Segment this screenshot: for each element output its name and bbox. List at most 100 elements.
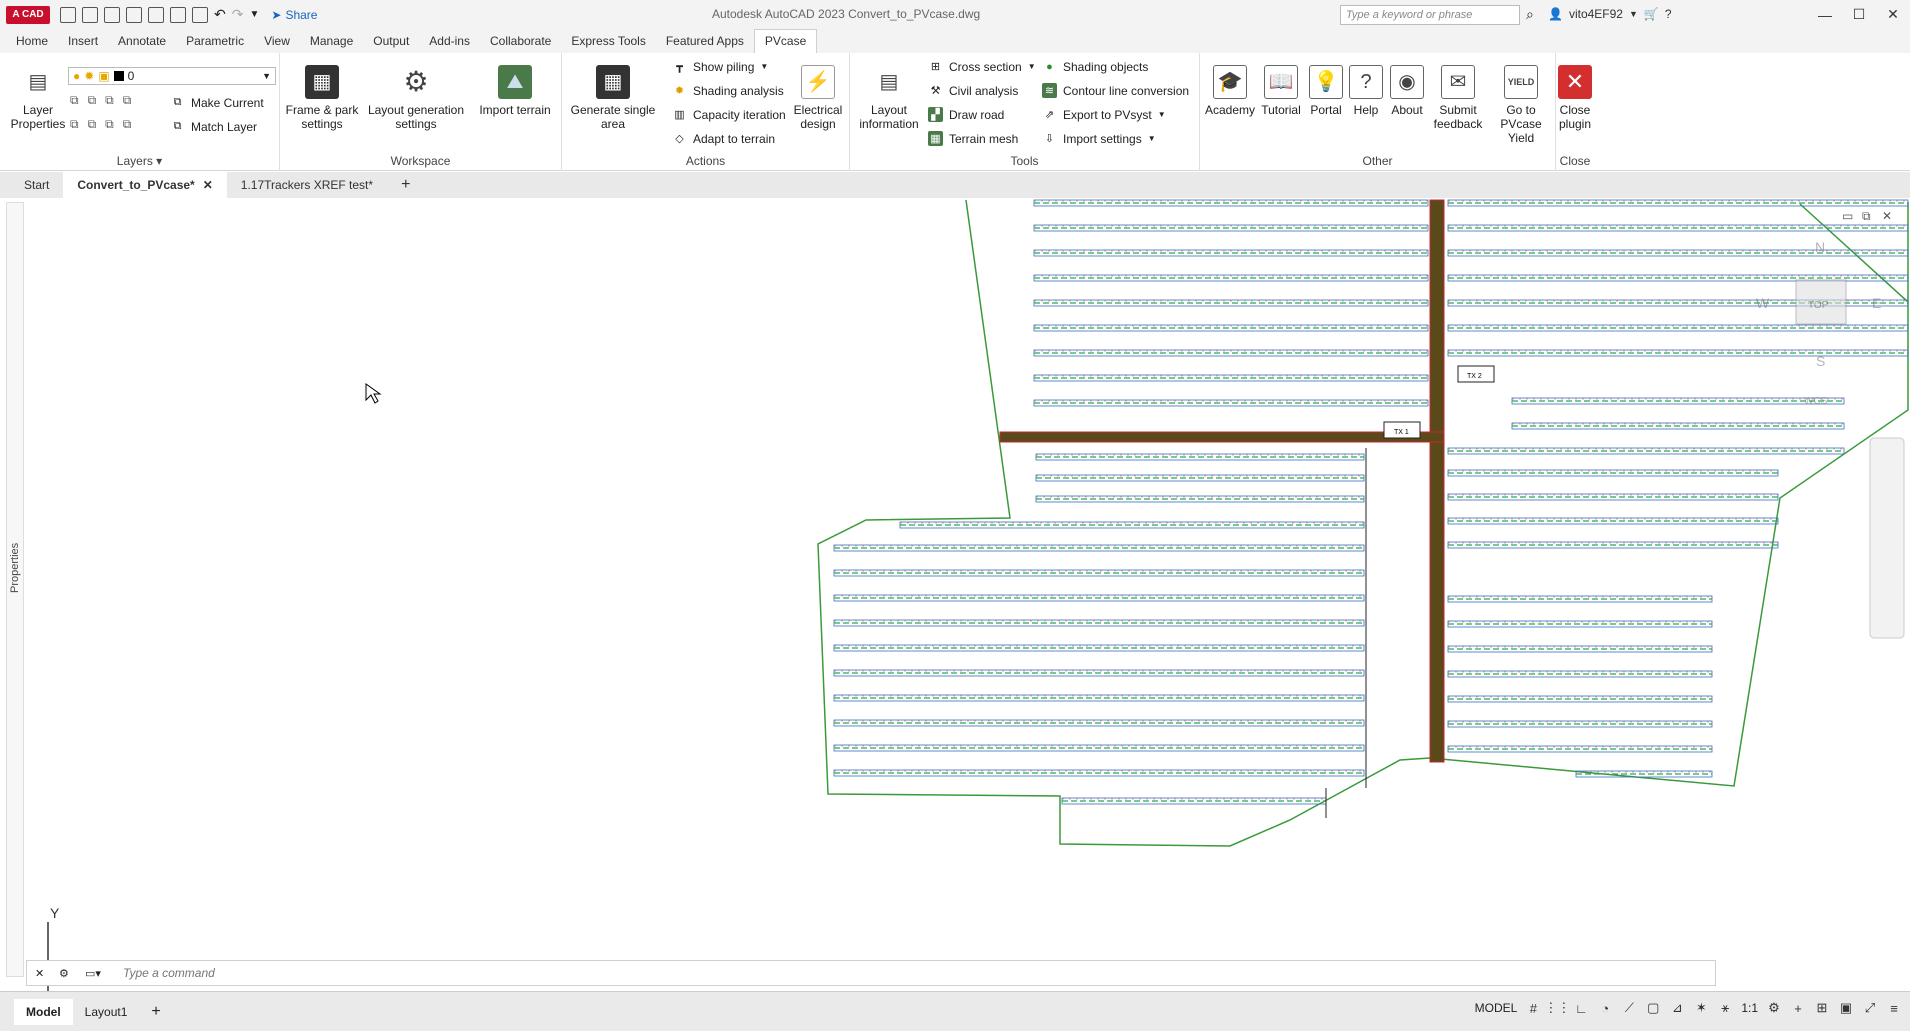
close-icon[interactable]: ✕ xyxy=(1876,0,1910,29)
portal-button[interactable]: 💡 Portal xyxy=(1306,65,1346,117)
cart-icon[interactable]: 🛒 xyxy=(1644,7,1659,21)
command-settings-icon[interactable]: ⚙ xyxy=(59,967,69,980)
annotation-scale[interactable]: 1:1 xyxy=(1741,1001,1758,1015)
layer-properties-button[interactable]: ▤ Layer Properties xyxy=(6,65,70,131)
plus-icon[interactable]: + xyxy=(1790,1000,1806,1016)
viewcube-w[interactable]: W xyxy=(1756,295,1770,311)
layout-information-button[interactable]: ▤ Layout information xyxy=(854,65,924,131)
layer-freeze-icon[interactable]: ⧉ xyxy=(105,93,114,108)
viewcube[interactable]: N W E S TOP WCS xyxy=(1756,239,1881,407)
layout-tab-model[interactable]: Model xyxy=(14,998,73,1025)
minimize-icon[interactable]: — xyxy=(1808,0,1842,29)
viewport-close-icon[interactable]: ✕ xyxy=(1882,209,1892,223)
layer-unlock-icon[interactable]: ⧉ xyxy=(123,117,132,132)
frame-park-settings-button[interactable]: ▦ Frame & park settings xyxy=(282,65,362,131)
tab-insert[interactable]: Insert xyxy=(58,30,108,53)
about-button[interactable]: ◉ About xyxy=(1386,65,1428,117)
tab-pvcase[interactable]: PVcase xyxy=(753,29,818,53)
command-history-icon[interactable]: ▭▾ xyxy=(85,967,101,980)
command-line[interactable]: ✕ ⚙ ▭▾ xyxy=(26,960,1716,986)
tab-featured-apps[interactable]: Featured Apps xyxy=(656,30,754,53)
contour-line-conversion-button[interactable]: ≋ Contour line conversion xyxy=(1042,83,1189,98)
save-as-icon[interactable] xyxy=(126,6,142,23)
layer-isolate-icon[interactable]: ⧉ xyxy=(88,93,97,108)
tab-annotate[interactable]: Annotate xyxy=(108,30,176,53)
doc-tab-convert[interactable]: Convert_to_PVcase* ✕ xyxy=(63,172,227,198)
customization-icon[interactable]: ≡ xyxy=(1886,1000,1902,1016)
electrical-design-button[interactable]: ⚡ Electrical design xyxy=(788,65,848,131)
layout-generation-settings-button[interactable]: ⚙ Layout generation settings xyxy=(362,65,470,132)
annotation-icon[interactable]: ✶ xyxy=(1693,1000,1709,1016)
snap-icon[interactable]: ⋮⋮ xyxy=(1544,1000,1570,1016)
annotation-visibility-icon[interactable]: ⚹ xyxy=(1717,1000,1733,1016)
import-terrain-button[interactable]: ⛰ Import terrain xyxy=(470,65,560,117)
tab-view[interactable]: View xyxy=(254,30,300,53)
viewcube-wcs[interactable]: WCS xyxy=(1804,396,1828,407)
layer-unisolate-icon[interactable]: ⧉ xyxy=(88,117,97,132)
terrain-mesh-button[interactable]: ▦ Terrain mesh xyxy=(928,131,1018,146)
qat-dropdown-icon[interactable]: ▼ xyxy=(249,9,259,20)
tab-add-ins[interactable]: Add-ins xyxy=(419,30,480,53)
help-search-input[interactable]: Type a keyword or phrase xyxy=(1340,5,1520,25)
generate-single-area-button[interactable]: ▦ Generate single area xyxy=(570,65,656,131)
import-settings-button[interactable]: ⇩ Import settings ▼ xyxy=(1042,131,1156,146)
viewcube-n[interactable]: N xyxy=(1815,239,1825,255)
civil-analysis-button[interactable]: ⚒ Civil analysis xyxy=(928,83,1019,98)
shading-analysis-button[interactable]: ✹ Shading analysis xyxy=(672,83,784,98)
lineweight-icon[interactable]: ⊿ xyxy=(1669,1000,1685,1016)
layer-dropdown[interactable]: ● ✹ ▣ 0 ▼ xyxy=(68,67,276,85)
command-input[interactable] xyxy=(123,966,723,980)
viewcube-e[interactable]: E xyxy=(1872,295,1881,311)
autocad-logo[interactable]: A CAD xyxy=(6,5,50,24)
search-icon[interactable]: ⌕ xyxy=(1526,6,1534,23)
capacity-iteration-button[interactable]: ▥ Capacity iteration xyxy=(672,107,785,122)
ortho-icon[interactable]: ∟ xyxy=(1573,1000,1589,1016)
new-layout-button[interactable]: + xyxy=(139,999,172,1025)
layer-on-icon[interactable]: ⧉ xyxy=(70,117,79,132)
help-icon[interactable]: ? xyxy=(1665,7,1672,21)
open-web-icon[interactable] xyxy=(148,6,164,23)
draw-road-button[interactable]: ▞ Draw road xyxy=(928,107,1004,122)
tab-collaborate[interactable]: Collaborate xyxy=(480,30,561,53)
isodraft-icon[interactable]: ⟋ xyxy=(1621,1000,1637,1016)
tab-express-tools[interactable]: Express Tools xyxy=(561,30,655,53)
tab-parametric[interactable]: Parametric xyxy=(176,30,254,53)
close-icon[interactable]: ✕ xyxy=(203,178,213,192)
navigation-bar[interactable] xyxy=(1869,437,1905,639)
tab-home[interactable]: Home xyxy=(6,30,58,53)
tab-manage[interactable]: Manage xyxy=(300,30,363,53)
make-current-button[interactable]: ⧉ Make Current xyxy=(170,95,264,110)
export-pvsyst-button[interactable]: ⇗ Export to PVsyst ▼ xyxy=(1042,107,1166,122)
viewport-restore-icon[interactable]: ⧉ xyxy=(1862,209,1871,223)
redo-icon[interactable]: ↷ xyxy=(232,6,244,23)
doc-tab-start[interactable]: Start xyxy=(10,172,63,198)
save-web-icon[interactable] xyxy=(170,6,186,23)
share-button[interactable]: ➤ Share xyxy=(271,8,317,22)
grid-icon[interactable]: # xyxy=(1525,1000,1541,1016)
model-space-button[interactable]: MODEL xyxy=(1475,1001,1518,1015)
user-account[interactable]: 👤 vito4EF92 ▼ 🛒 ? xyxy=(1548,7,1672,21)
help-button[interactable]: ? Help xyxy=(1348,65,1384,117)
plot-icon[interactable] xyxy=(192,6,208,23)
show-piling-button[interactable]: ┳ Show piling ▼ xyxy=(672,59,768,74)
submit-feedback-button[interactable]: ✉ Submit feedback xyxy=(1430,65,1486,131)
clean-screen-icon[interactable]: ⤢ xyxy=(1862,1000,1878,1016)
layer-thaw-icon[interactable]: ⧉ xyxy=(105,117,114,132)
open-icon[interactable] xyxy=(82,6,98,23)
object-snap-icon[interactable]: ▢ xyxy=(1645,1000,1661,1016)
workspace-gear-icon[interactable]: ⚙ xyxy=(1766,1000,1782,1016)
cross-section-button[interactable]: ⊞ Cross section ▼ xyxy=(928,59,1036,74)
doc-tab-trackers[interactable]: 1.17Trackers XREF test* xyxy=(227,172,387,198)
viewcube-s[interactable]: S xyxy=(1816,353,1825,369)
academy-button[interactable]: 🎓 Academy xyxy=(1204,65,1256,117)
layer-lock-icon[interactable]: ⧉ xyxy=(123,93,132,108)
command-close-icon[interactable]: ✕ xyxy=(35,967,44,980)
layer-off-icon[interactable]: ⧉ xyxy=(70,93,79,108)
new-icon[interactable] xyxy=(60,6,76,23)
layers-panel-title[interactable]: Layers ▾ xyxy=(0,154,279,168)
tab-output[interactable]: Output xyxy=(363,30,419,53)
units-icon[interactable]: ⊞ xyxy=(1814,1000,1830,1016)
undo-icon[interactable]: ↶ xyxy=(214,6,226,23)
close-plugin-button[interactable]: ✕ Close plugin xyxy=(1556,65,1594,131)
go-to-yield-button[interactable]: YIELD Go to PVcase Yield xyxy=(1488,65,1554,145)
